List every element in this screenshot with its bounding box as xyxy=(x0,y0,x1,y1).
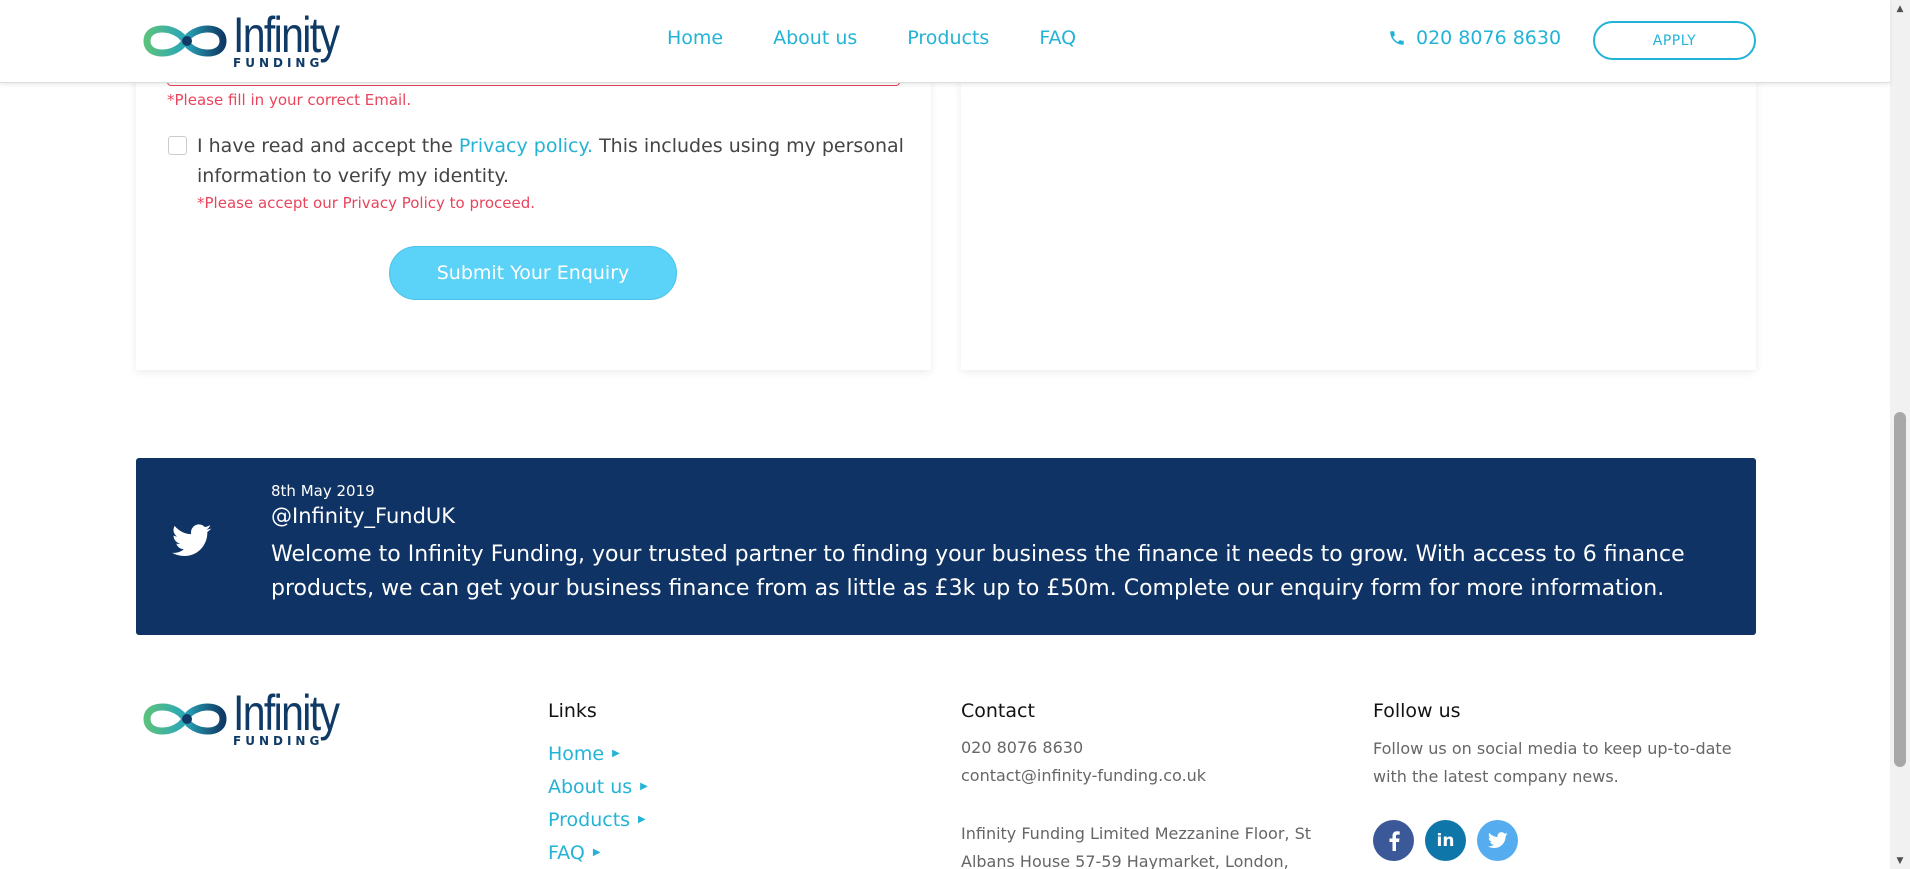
footer-link-about-us[interactable]: About us ▶ xyxy=(548,770,648,803)
footer-links: Home ▶ About us ▶ Products ▶ FAQ ▶ xyxy=(548,737,648,869)
main-nav: Home About us Products FAQ xyxy=(667,27,1126,49)
follow-text: Follow us on social media to keep up-to-… xyxy=(1373,739,1732,786)
phone-icon xyxy=(1390,31,1404,45)
infinity-logo-icon xyxy=(143,25,227,57)
logo-word: Infinity xyxy=(233,7,340,63)
infinity-logo-icon xyxy=(143,703,227,735)
tweet-text: Welcome to Infinity Funding, your truste… xyxy=(271,542,1685,601)
twitter-icon[interactable] xyxy=(172,524,212,558)
privacy-error: *Please accept our Privacy Policy to pro… xyxy=(197,194,535,212)
site-header: Infinity FUNDING Home About us Products … xyxy=(0,0,1890,83)
consent-text: I have read and accept the Privacy polic… xyxy=(197,131,907,191)
facebook-icon xyxy=(1389,830,1400,851)
links-title: Links xyxy=(548,700,597,722)
footer-link-label: Home xyxy=(548,742,605,765)
footer-link-faq[interactable]: FAQ ▶ xyxy=(548,836,648,869)
footer-logo[interactable]: Infinity FUNDING xyxy=(141,685,362,748)
caret-right-icon: ▶ xyxy=(592,847,601,858)
contact-phone[interactable]: 020 8076 8630 xyxy=(961,738,1083,757)
logo[interactable]: Infinity FUNDING xyxy=(141,7,362,70)
linkedin-icon: in xyxy=(1436,830,1455,851)
nav-products[interactable]: Products xyxy=(907,27,989,49)
caret-right-icon: ▶ xyxy=(640,781,648,792)
contact-address: Infinity Funding Limited Mezzanine Floor… xyxy=(961,824,1312,869)
page-scrollbar[interactable]: ▲ ▼ xyxy=(1890,0,1910,869)
footer-link-home[interactable]: Home ▶ xyxy=(548,737,648,770)
header-phone-number: 020 8076 8630 xyxy=(1416,27,1562,49)
twitter-icon xyxy=(1487,832,1508,848)
tweet-handle[interactable]: @Infinity_FundUK xyxy=(271,504,455,528)
twitter-feed-banner: 8th May 2019 @Infinity_FundUK Welcome to… xyxy=(136,458,1756,635)
right-card xyxy=(961,60,1756,370)
scroll-up-arrow-icon[interactable]: ▲ xyxy=(1890,0,1910,17)
follow-title: Follow us xyxy=(1373,700,1461,722)
footer-link-label: About us xyxy=(548,775,633,798)
linkedin-button[interactable]: in xyxy=(1425,820,1466,861)
nav-about-us[interactable]: About us xyxy=(773,27,857,49)
caret-right-icon: ▶ xyxy=(612,748,620,759)
privacy-checkbox[interactable] xyxy=(168,136,187,155)
apply-button[interactable]: APPLY xyxy=(1593,21,1756,60)
email-error: *Please fill in your correct Email. xyxy=(167,91,412,109)
consent-prefix: I have read and accept the xyxy=(197,135,459,157)
scrollbar-thumb[interactable] xyxy=(1894,412,1906,767)
facebook-button[interactable] xyxy=(1373,820,1414,861)
footer-link-label: FAQ xyxy=(548,841,585,864)
header-phone[interactable]: 020 8076 8630 xyxy=(1388,27,1561,49)
submit-enquiry-button[interactable]: Submit Your Enquiry xyxy=(389,246,677,300)
footer-link-label: Products xyxy=(548,808,631,831)
caret-right-icon: ▶ xyxy=(638,814,646,825)
contact-title: Contact xyxy=(961,700,1035,722)
twitter-button[interactable] xyxy=(1477,820,1518,861)
footer-link-products[interactable]: Products ▶ xyxy=(548,803,648,836)
contact-email[interactable]: contact@infinity-funding.co.uk xyxy=(961,766,1206,785)
footer-logo-word: Infinity xyxy=(233,685,340,741)
tweet-date: 8th May 2019 xyxy=(271,482,375,500)
scroll-down-arrow-icon[interactable]: ▼ xyxy=(1890,852,1910,869)
nav-faq[interactable]: FAQ xyxy=(1039,27,1076,49)
privacy-policy-link[interactable]: Privacy policy. xyxy=(459,135,593,157)
nav-home[interactable]: Home xyxy=(667,27,723,49)
